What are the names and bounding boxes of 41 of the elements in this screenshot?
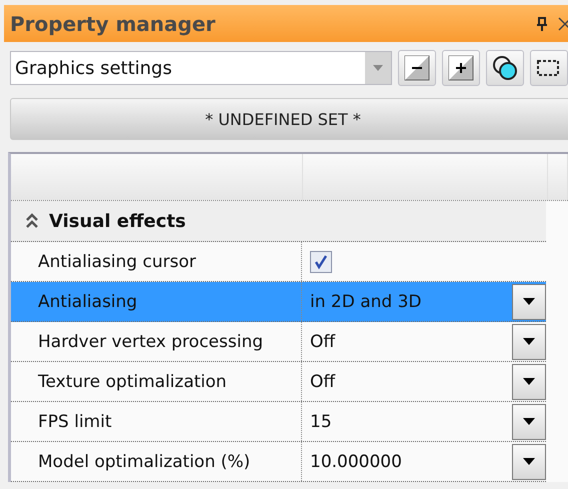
dropdown-button[interactable] <box>512 284 546 320</box>
section-title: Visual effects <box>49 210 186 232</box>
caret-icon <box>523 298 535 305</box>
dropdown-button[interactable] <box>512 364 546 400</box>
property-value[interactable]: 15 <box>302 412 512 432</box>
caret-icon <box>523 378 535 385</box>
dropdown-button[interactable] <box>512 324 546 360</box>
property-value[interactable]: Off <box>302 332 512 352</box>
section-header[interactable]: Visual effects <box>11 201 546 242</box>
caret-icon <box>523 338 535 345</box>
caret-icon <box>523 458 535 465</box>
property-name: Antialiasing <box>37 292 138 312</box>
caret-icon <box>523 418 535 425</box>
close-icon[interactable] <box>558 16 568 30</box>
chevron-icon[interactable] <box>25 213 39 229</box>
window-title: Property manager <box>10 12 216 36</box>
property-value[interactable]: in 2D and 3D <box>302 292 512 312</box>
property-row[interactable]: Model optimalization (%) 10.000000 <box>11 442 546 482</box>
property-name: Hardver vertex processing <box>37 332 264 352</box>
property-row[interactable]: Texture optimalization Off <box>11 362 546 402</box>
property-value[interactable]: Off <box>302 372 512 392</box>
check-icon <box>313 254 329 270</box>
dropdown-button[interactable] <box>512 444 546 480</box>
dropdown-button[interactable] <box>512 404 546 440</box>
property-row[interactable]: Antialiasing in 2D and 3D <box>11 282 546 322</box>
overlap-icon[interactable] <box>486 50 524 86</box>
property-value[interactable]: 10.000000 <box>302 452 512 472</box>
expand-button[interactable] <box>442 50 480 86</box>
selection-icon[interactable] <box>530 50 568 86</box>
property-row[interactable]: Hardver vertex processing Off <box>11 322 546 362</box>
pin-icon[interactable] <box>536 16 548 30</box>
property-name: Texture optimalization <box>37 372 227 392</box>
property-name: Antialiasing cursor <box>37 252 196 272</box>
property-name: FPS limit <box>37 412 112 432</box>
property-row[interactable]: FPS limit 15 <box>11 402 546 442</box>
property-name: Model optimalization (%) <box>37 452 250 472</box>
caret-icon <box>373 65 383 71</box>
collapse-button[interactable] <box>398 50 436 86</box>
preset-dropdown[interactable]: Graphics settings <box>10 51 392 85</box>
set-button[interactable]: * UNDEFINED SET * <box>10 98 568 140</box>
checkbox[interactable] <box>310 250 332 272</box>
